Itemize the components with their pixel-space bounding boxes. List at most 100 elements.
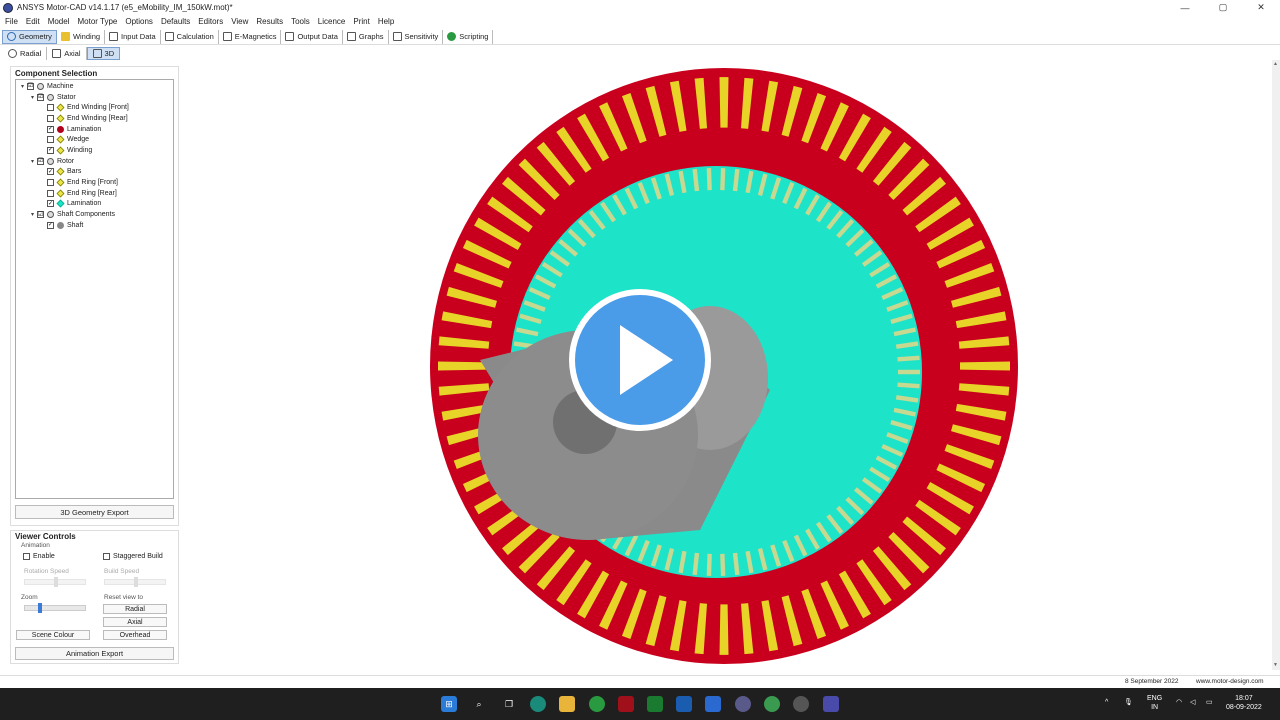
tree-checkbox[interactable]: ☑ xyxy=(37,93,44,101)
tree-item[interactable]: ▾ ☑ Rotor xyxy=(16,156,173,167)
viewport-scrollbar[interactable]: ▲ ▼ xyxy=(1272,60,1280,670)
3d-geometry-export-button[interactable]: 3D Geometry Export xyxy=(15,505,174,519)
tree-item[interactable]: End Winding [Front] xyxy=(16,102,173,113)
tree-expander-icon[interactable]: ▾ xyxy=(28,158,37,165)
tree-expander-icon[interactable]: ▾ xyxy=(28,94,37,101)
menu-model[interactable]: Model xyxy=(48,17,70,26)
subtab-3d[interactable]: 3D xyxy=(86,46,121,60)
rotation-speed-slider[interactable] xyxy=(24,577,86,587)
tree-checkbox[interactable] xyxy=(47,104,54,112)
app-icon[interactable] xyxy=(823,696,839,712)
tree-item[interactable]: ✓ Shaft xyxy=(16,220,173,231)
menu-options[interactable]: Options xyxy=(125,17,153,26)
tree-item[interactable]: ✓ Lamination xyxy=(16,124,173,135)
menu-view[interactable]: View xyxy=(231,17,248,26)
reset-overhead-button[interactable]: Overhead xyxy=(103,630,167,640)
tree-item[interactable]: ▾ ☑ Machine xyxy=(16,81,173,92)
tree-expander-icon[interactable]: ▾ xyxy=(18,83,27,90)
video-play-button[interactable] xyxy=(569,289,711,431)
mail-icon[interactable] xyxy=(676,696,692,712)
toolbar-scripting-button[interactable]: Scripting xyxy=(443,29,494,44)
motorcad-taskbar-icon[interactable] xyxy=(735,696,751,712)
task-view-icon[interactable]: ❐ xyxy=(501,696,517,712)
battery-icon[interactable]: ▭ xyxy=(1206,698,1213,706)
toolbar-winding-button[interactable]: Winding xyxy=(57,29,106,44)
rotation-speed-thumb[interactable] xyxy=(54,577,58,587)
tree-checkbox[interactable]: ✓ xyxy=(47,125,54,133)
edge-icon[interactable] xyxy=(530,696,546,712)
tree-checkbox[interactable] xyxy=(47,136,54,144)
toolbar-output-data-button[interactable]: Output Data xyxy=(281,29,343,44)
tree-checkbox[interactable]: ✓ xyxy=(47,146,54,154)
scroll-up-icon[interactable]: ▲ xyxy=(1273,61,1278,67)
menu-motor-type[interactable]: Motor Type xyxy=(77,17,117,26)
scene-colour-button[interactable]: Scene Colour xyxy=(16,630,90,640)
tree-checkbox[interactable]: ✓ xyxy=(47,168,54,176)
toolbar-graphs-button[interactable]: Graphs xyxy=(343,29,389,44)
toolbar-sensitivity-button[interactable]: Sensitivity xyxy=(389,29,444,44)
subtab-axial[interactable]: Axial xyxy=(47,46,87,60)
tree-checkbox[interactable] xyxy=(47,114,54,122)
menu-file[interactable]: File xyxy=(5,17,18,26)
staggered-build-checkbox[interactable]: Staggered Build xyxy=(103,553,163,560)
component-tree[interactable]: ▾ ☑ Machine ▾ ☑ Stator End Winding [Front] End … xyxy=(15,79,174,499)
staggered-checkbox-box[interactable] xyxy=(103,553,110,560)
tree-expander-icon[interactable]: ▾ xyxy=(28,211,37,218)
start-icon[interactable]: ⊞ xyxy=(441,696,457,712)
toolbar-input-data-button[interactable]: Input Data xyxy=(105,29,161,44)
enable-checkbox-box[interactable] xyxy=(23,553,30,560)
reset-radial-button[interactable]: Radial xyxy=(103,604,167,614)
tree-item[interactable]: End Ring [Rear] xyxy=(16,188,173,199)
tree-item[interactable]: End Winding [Rear] xyxy=(16,113,173,124)
subtab-radial[interactable]: Radial xyxy=(3,46,48,60)
volume-icon[interactable]: ◁ xyxy=(1190,698,1195,706)
reset-axial-button[interactable]: Axial xyxy=(103,617,167,627)
tree-item[interactable]: ▾ ☑ Shaft Components xyxy=(16,209,173,220)
language-indicator[interactable]: ENG IN xyxy=(1147,694,1162,712)
zoom-slider[interactable] xyxy=(24,603,86,613)
xbox-icon[interactable] xyxy=(647,696,663,712)
tree-checkbox[interactable]: ☑ xyxy=(27,82,34,90)
tree-checkbox[interactable]: ☑ xyxy=(37,211,44,219)
menu-print[interactable]: Print xyxy=(353,17,369,26)
file-explorer-icon[interactable] xyxy=(559,696,575,712)
clock[interactable]: 18:07 08-09-2022 xyxy=(1226,694,1262,712)
acrobat-icon[interactable] xyxy=(618,696,634,712)
tree-checkbox[interactable]: ✓ xyxy=(47,200,54,208)
menu-defaults[interactable]: Defaults xyxy=(161,17,190,26)
menu-licence[interactable]: Licence xyxy=(318,17,346,26)
outlook-icon[interactable] xyxy=(705,696,721,712)
toolbar-calculation-button[interactable]: Calculation xyxy=(161,29,219,44)
menu-edit[interactable]: Edit xyxy=(26,17,40,26)
tree-item[interactable]: ✓ Winding xyxy=(16,145,173,156)
maximize-button[interactable]: ▢ xyxy=(1204,0,1242,15)
tree-checkbox[interactable] xyxy=(47,179,54,187)
search-icon[interactable]: ⌕ xyxy=(471,696,487,712)
scroll-down-icon[interactable]: ▼ xyxy=(1273,662,1278,668)
tree-checkbox[interactable] xyxy=(47,189,54,197)
menu-help[interactable]: Help xyxy=(378,17,394,26)
3d-viewport[interactable] xyxy=(180,60,1272,670)
menu-tools[interactable]: Tools xyxy=(291,17,310,26)
zoom-thumb[interactable] xyxy=(38,603,42,613)
toolbar-e-magnetics-button[interactable]: E-Magnetics xyxy=(219,29,282,44)
build-speed-thumb[interactable] xyxy=(134,577,138,587)
tree-checkbox[interactable]: ✓ xyxy=(47,221,54,229)
close-button[interactable]: ✕ xyxy=(1242,0,1280,15)
tree-checkbox[interactable]: ☑ xyxy=(37,157,44,165)
chrome-profile-icon[interactable] xyxy=(764,696,780,712)
minimize-button[interactable]: — xyxy=(1166,0,1204,15)
build-speed-slider[interactable] xyxy=(104,577,166,587)
tree-item[interactable]: Wedge xyxy=(16,134,173,145)
tray-overflow-icon[interactable]: ^ xyxy=(1105,699,1108,706)
animation-export-button[interactable]: Animation Export xyxy=(15,647,174,660)
microphone-icon[interactable]: 🎙 xyxy=(1124,698,1133,706)
toolbar-geometry-button[interactable]: Geometry xyxy=(2,29,57,44)
wifi-icon[interactable]: ◠ xyxy=(1176,698,1182,706)
enable-animation-checkbox[interactable]: Enable xyxy=(23,553,55,560)
tree-item[interactable]: ✓ Lamination xyxy=(16,199,173,210)
chrome-icon[interactable] xyxy=(589,696,605,712)
motor-3d-view[interactable] xyxy=(180,60,1272,670)
menu-editors[interactable]: Editors xyxy=(198,17,223,26)
tree-item[interactable]: ▾ ☑ Stator xyxy=(16,92,173,103)
